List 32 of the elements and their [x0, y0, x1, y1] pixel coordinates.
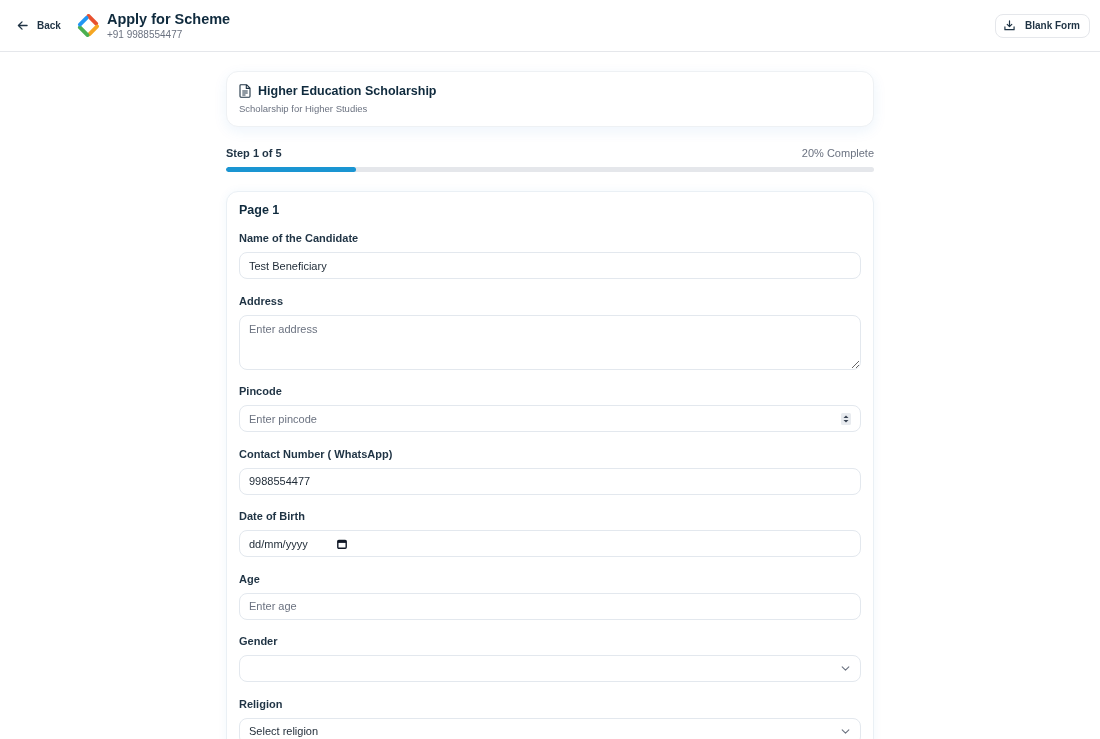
select-dropdown[interactable]: Select religion	[239, 717, 861, 739]
phone-number: +91 9988554477	[106, 28, 184, 41]
scheme-description: Scholarship for Higher Studies	[239, 102, 369, 115]
back-button[interactable]: Back	[16, 13, 62, 38]
chevron-down-icon	[841, 728, 850, 734]
date-input[interactable]: dd/mm/yyyy	[239, 530, 861, 557]
scheme-title: Higher Education Scholarship	[258, 83, 437, 99]
field-label: Date of Birth	[239, 509, 306, 523]
download-icon	[1004, 20, 1015, 31]
document-icon	[239, 84, 251, 98]
field-label: Pincode	[239, 384, 283, 398]
field-label: Gender	[239, 634, 279, 648]
spinner-icon[interactable]	[841, 412, 851, 425]
blank-form-button[interactable]: Blank Form	[995, 13, 1090, 38]
chevron-down-icon	[841, 666, 850, 671]
field-label: Name of the Candidate	[239, 231, 360, 245]
arrow-left-icon	[17, 20, 28, 31]
field-label: Religion	[239, 696, 284, 711]
step-indicator: Step 1 of 5	[226, 146, 282, 160]
field-label: Contact Number ( WhatsApp)	[239, 446, 394, 461]
field-label: Address	[239, 293, 285, 308]
textarea-field[interactable]: Enter address	[239, 314, 861, 370]
page-title: Apply for Scheme	[106, 10, 231, 28]
text-input[interactable]: Test Beneficiary	[239, 252, 861, 279]
calendar-icon[interactable]	[337, 538, 347, 549]
text-input[interactable]: Enter age	[239, 592, 861, 620]
text-input[interactable]: 9988554477	[239, 467, 861, 495]
percent-complete: 20% Complete	[801, 146, 874, 160]
form-page-title: Page 1	[239, 203, 281, 218]
logo-icon	[76, 14, 100, 37]
field-label: Age	[239, 571, 261, 586]
number-input[interactable]: Enter pincode	[239, 405, 861, 432]
